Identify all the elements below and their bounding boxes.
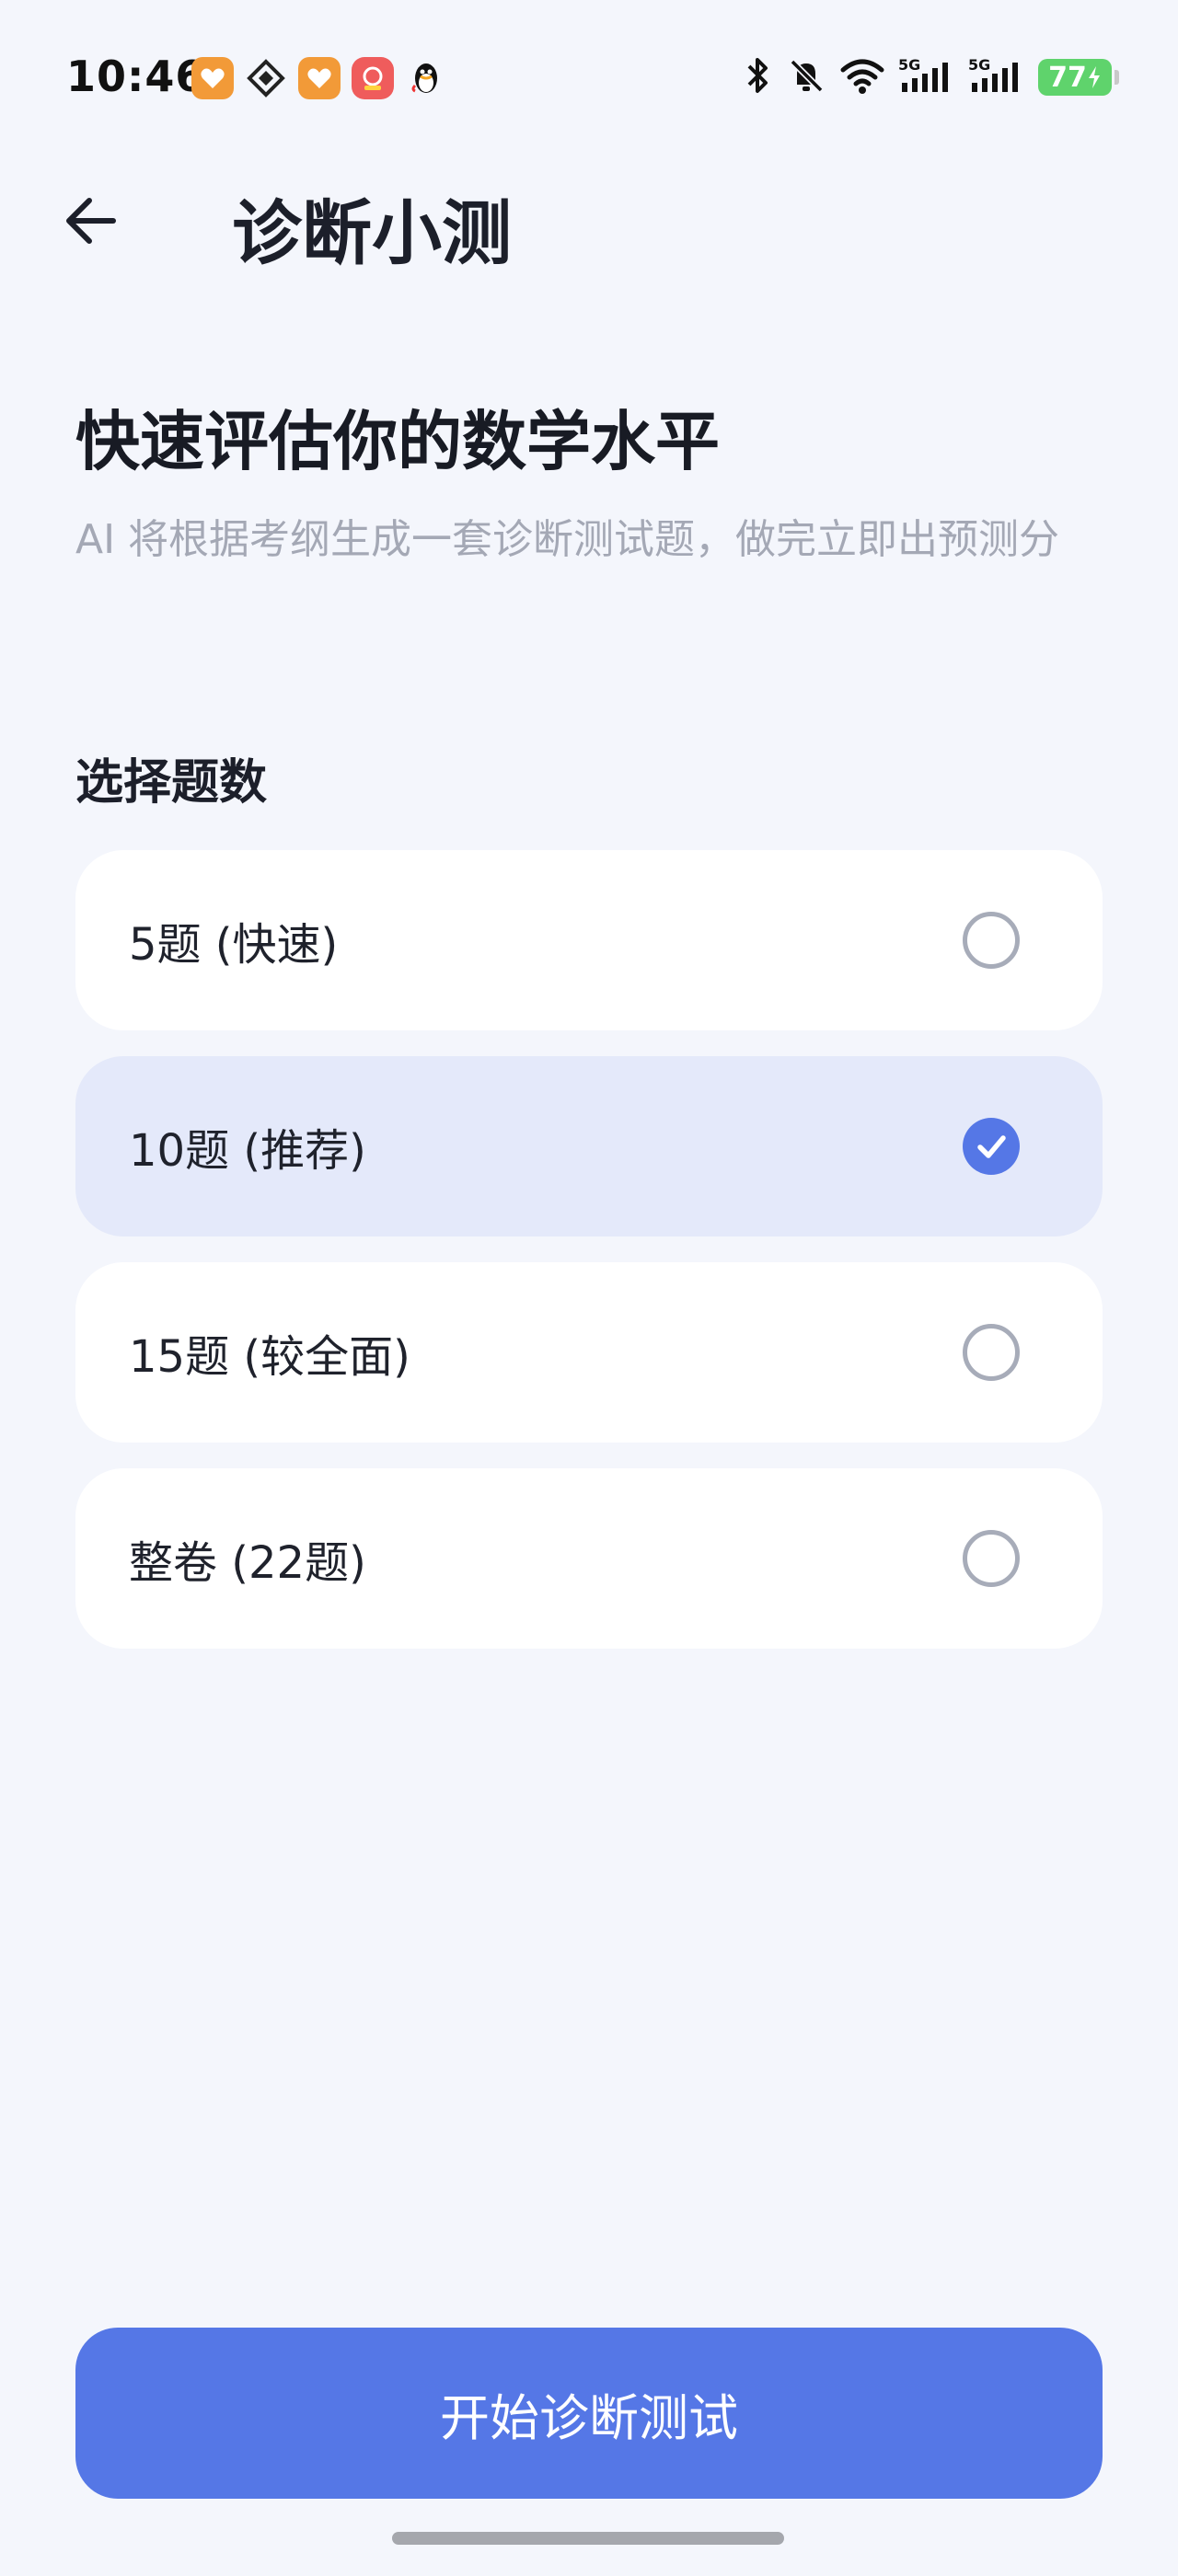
- option-label: 整卷 (22题): [129, 1537, 366, 1589]
- 5g-signal-icon: 5G: [968, 55, 1025, 99]
- charging-bolt-icon: [1088, 66, 1100, 88]
- radio-unchecked-icon[interactable]: [963, 1324, 1020, 1381]
- orange-heart-app-icon: [298, 57, 341, 99]
- option-10-questions[interactable]: 10题 (推荐): [75, 1056, 1103, 1236]
- notification-icons: [191, 57, 447, 99]
- checkmark-icon: [977, 1135, 1006, 1158]
- status-time: 10:46: [66, 52, 206, 101]
- question-count-options: 5题 (快速) 10题 (推荐) 15题 (较全面) 整卷 (22题): [75, 850, 1103, 1674]
- start-diagnostic-button[interactable]: 开始诊断测试: [75, 2328, 1103, 2499]
- penguin-app-icon: [405, 57, 447, 99]
- svg-text:5G: 5G: [968, 56, 990, 74]
- intro-heading: 快速评估你的数学水平: [75, 404, 720, 479]
- app-header: 诊断小测: [0, 156, 1178, 285]
- status-bar: 10:46 5G 5G 77: [0, 0, 1178, 156]
- 5g-signal-icon: 5G: [898, 55, 955, 99]
- option-label: 5题 (快速): [129, 919, 339, 971]
- arrow-left-icon: [66, 198, 116, 244]
- option-label: 15题 (较全面): [129, 1331, 410, 1383]
- radio-unchecked-icon[interactable]: [963, 912, 1020, 969]
- bluetooth-icon: [742, 55, 773, 99]
- system-status-icons: 5G 5G 77: [742, 55, 1119, 99]
- radio-unchecked-icon[interactable]: [963, 1530, 1020, 1587]
- option-full-paper[interactable]: 整卷 (22题): [75, 1468, 1103, 1649]
- page-title: 诊断小测: [232, 192, 512, 274]
- svg-text:5G: 5G: [898, 56, 920, 74]
- orange-heart-app-icon: [191, 57, 234, 99]
- wifi-icon: [839, 55, 885, 99]
- red-shopping-app-icon: [352, 57, 394, 99]
- option-5-questions[interactable]: 5题 (快速): [75, 850, 1103, 1030]
- back-button[interactable]: [52, 182, 129, 259]
- home-indicator[interactable]: [392, 2532, 784, 2545]
- intro-description: AI 将根据考纲生成一套诊断测试题，做完立即出预测分: [75, 516, 1060, 563]
- radio-checked-icon[interactable]: [963, 1118, 1020, 1175]
- option-label: 10题 (推荐): [129, 1125, 366, 1177]
- battery-level: 77: [1048, 61, 1087, 94]
- question-count-label: 选择题数: [75, 755, 268, 811]
- diamond-grid-app-icon: [245, 57, 287, 99]
- option-15-questions[interactable]: 15题 (较全面): [75, 1262, 1103, 1443]
- battery-indicator: 77: [1038, 59, 1119, 96]
- mute-bell-icon: [786, 55, 826, 99]
